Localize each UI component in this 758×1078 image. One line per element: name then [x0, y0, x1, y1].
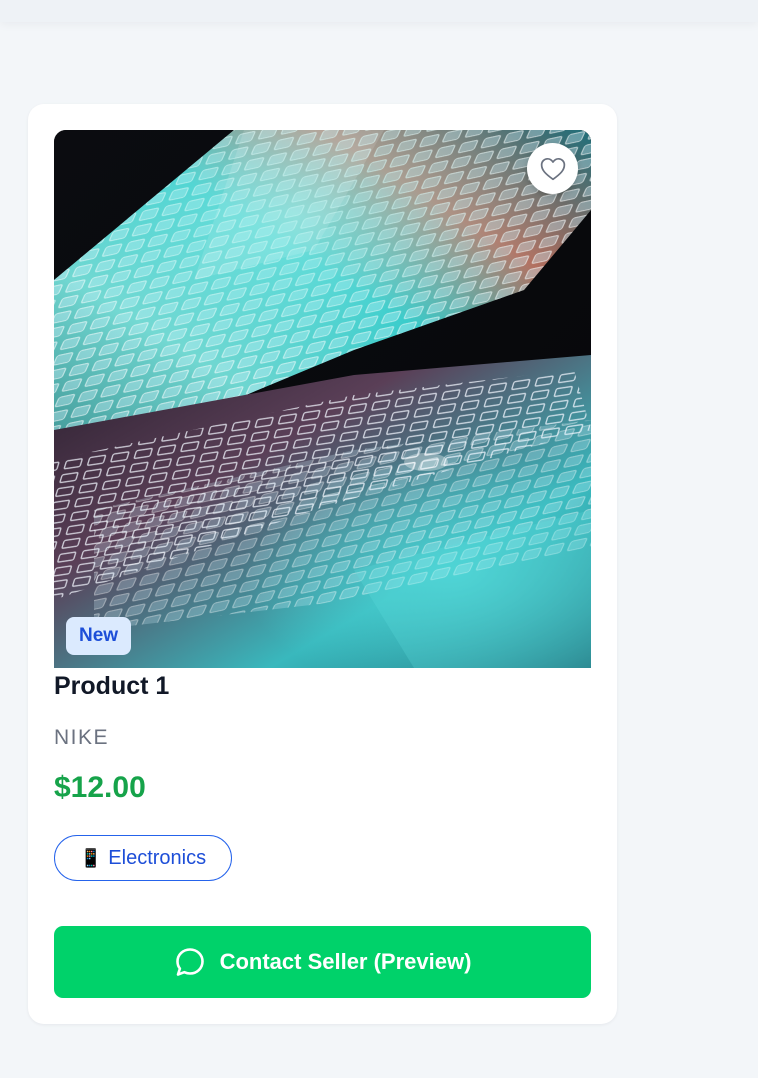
laptop-photo	[54, 130, 591, 668]
product-card[interactable]: New Product 1 NIKE $12.00 📱 Electronics …	[28, 104, 617, 1024]
category-label: Electronics	[108, 846, 207, 869]
chat-bubble-icon	[175, 948, 204, 976]
product-price: $12.00	[54, 771, 146, 804]
category-chip[interactable]: 📱 Electronics	[54, 835, 232, 881]
product-title[interactable]: Product 1	[54, 669, 169, 703]
heart-icon	[540, 157, 565, 180]
phone-icon: 📱	[79, 847, 103, 869]
product-brand: NIKE	[54, 726, 110, 749]
contact-seller-button[interactable]: Contact Seller (Preview)	[54, 926, 591, 998]
product-image[interactable]: New	[54, 130, 591, 668]
favorite-button[interactable]	[527, 143, 578, 194]
contact-seller-label: Contact Seller (Preview)	[219, 949, 472, 974]
top-bar	[0, 0, 758, 22]
new-badge: New	[66, 617, 132, 655]
